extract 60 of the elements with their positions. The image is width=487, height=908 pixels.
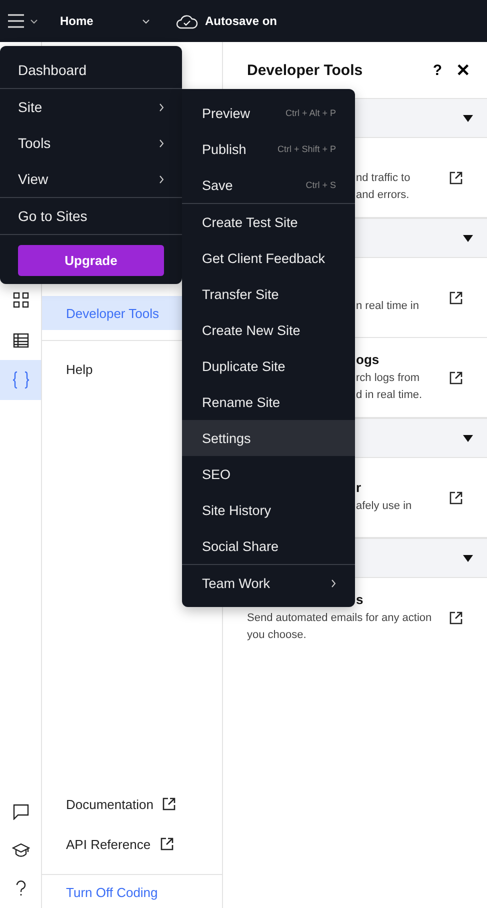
tool-description: nd traffic to and errors. bbox=[356, 170, 412, 202]
menu-item[interactable]: Team Work bbox=[182, 565, 355, 601]
triangle-down-icon[interactable] bbox=[463, 234, 473, 242]
help-icon[interactable] bbox=[14, 880, 26, 896]
external-link-icon[interactable] bbox=[160, 837, 174, 851]
menu-item[interactable]: Duplicate Site bbox=[182, 348, 355, 384]
menu-item[interactable]: SEO bbox=[182, 456, 355, 492]
page-selector[interactable]: Home bbox=[60, 14, 142, 28]
triangle-down-icon[interactable] bbox=[463, 554, 473, 562]
chevron-right-icon bbox=[159, 138, 164, 148]
close-button[interactable]: ✕ bbox=[456, 60, 470, 80]
tool-description: n real time in bbox=[356, 299, 420, 314]
menu-item[interactable]: Tools bbox=[0, 125, 182, 161]
menu-item[interactable]: Dashboard bbox=[0, 52, 182, 89]
menu-item[interactable]: Site History bbox=[182, 492, 355, 528]
menu-item[interactable]: Rename Site bbox=[182, 384, 355, 420]
external-link-icon[interactable] bbox=[162, 797, 176, 811]
turn-off-coding-link[interactable]: Turn Off Coding bbox=[42, 875, 182, 900]
graduation-cap-icon[interactable] bbox=[12, 842, 30, 858]
documentation-link[interactable]: Documentation bbox=[66, 796, 154, 812]
help-button[interactable]: ? bbox=[432, 62, 442, 78]
menu-item[interactable]: Publish Ctrl + Shift + P bbox=[182, 131, 355, 167]
tool-description: afely use in bbox=[356, 499, 413, 514]
menu-item[interactable]: Site bbox=[0, 89, 182, 125]
upgrade-button[interactable]: Upgrade bbox=[18, 245, 164, 276]
shortcut-label: Ctrl + Shift + P bbox=[277, 144, 336, 154]
triangle-down-icon[interactable] bbox=[463, 434, 473, 442]
panel-title: Developer Tools bbox=[247, 62, 364, 78]
chevron-down-icon[interactable] bbox=[30, 18, 38, 24]
tool-description: Send automated emails for any action you choose. bbox=[247, 611, 433, 643]
chevron-right-icon bbox=[331, 578, 336, 588]
menu-item[interactable]: Create Test Site bbox=[182, 204, 355, 240]
external-link-icon[interactable] bbox=[449, 490, 463, 504]
grid-icon[interactable] bbox=[12, 292, 28, 308]
chevron-right-icon bbox=[159, 174, 164, 184]
external-link-icon[interactable] bbox=[449, 290, 463, 304]
tool-title: r bbox=[356, 480, 362, 495]
menu-item[interactable]: Settings bbox=[182, 420, 355, 456]
chevron-down-icon[interactable] bbox=[142, 18, 150, 24]
cloud-check-icon bbox=[176, 14, 198, 28]
external-link-icon[interactable] bbox=[449, 611, 463, 625]
tool-description: rch logs from d in real time. bbox=[356, 370, 424, 402]
external-link-icon[interactable] bbox=[449, 370, 463, 384]
menu-item[interactable]: Preview Ctrl + Alt + P bbox=[182, 95, 355, 131]
tool-title: s bbox=[356, 592, 364, 607]
chat-icon[interactable] bbox=[12, 804, 28, 820]
external-link-icon[interactable] bbox=[449, 170, 463, 184]
triangle-down-icon[interactable] bbox=[463, 114, 473, 122]
menu-icon[interactable] bbox=[8, 14, 24, 28]
tool-title: ogs bbox=[356, 352, 380, 366]
code-braces-icon[interactable] bbox=[12, 371, 30, 389]
menu-item[interactable]: Social Share bbox=[182, 528, 355, 565]
documentation-link[interactable]: API Reference bbox=[66, 836, 151, 852]
menu-item[interactable]: Get Client Feedback bbox=[182, 240, 355, 276]
autosave-status: Autosave on bbox=[205, 14, 278, 28]
chevron-right-icon bbox=[159, 102, 164, 112]
shortcut-label: Ctrl + S bbox=[306, 180, 336, 190]
table-icon[interactable] bbox=[12, 332, 28, 348]
menu-item[interactable]: Save Ctrl + S bbox=[182, 167, 355, 204]
shortcut-label: Ctrl + Alt + P bbox=[285, 108, 336, 118]
